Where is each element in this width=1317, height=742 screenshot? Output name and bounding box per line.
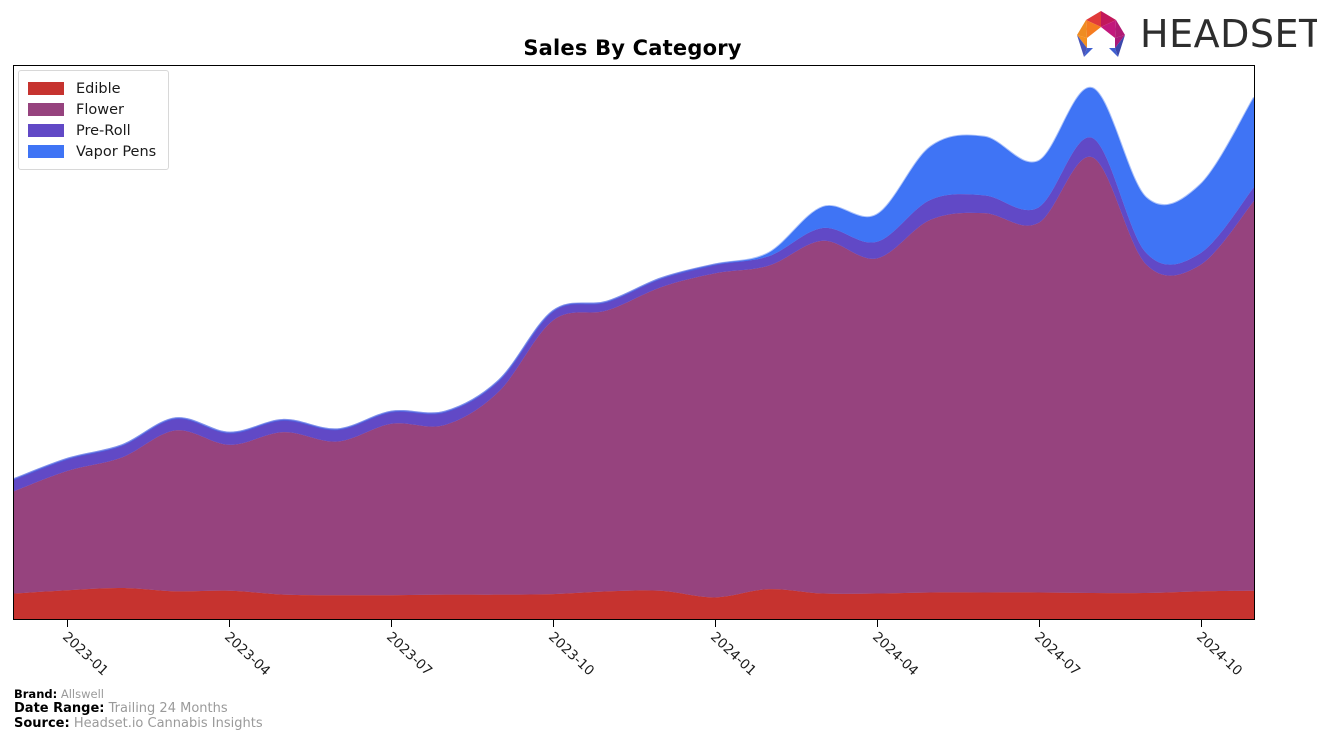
legend-item[interactable]: Flower xyxy=(28,99,156,120)
legend-item-label: Edible xyxy=(76,80,121,97)
legend-item[interactable]: Pre-Roll xyxy=(28,120,156,141)
footer-source-line: Source: Headset.io Cannabis Insights xyxy=(14,716,514,731)
footer-brand-line: Brand: Allswell xyxy=(14,687,514,701)
footer-source-value: Headset.io Cannabis Insights xyxy=(73,716,263,732)
x-axis-tick-label: 2023-10 xyxy=(545,629,598,680)
legend-swatch-icon xyxy=(28,103,64,116)
x-axis-tick-mark xyxy=(229,620,231,627)
x-axis-tick-label: 2023-07 xyxy=(383,629,436,680)
x-axis-tick-mark xyxy=(715,620,717,627)
x-axis-tick-label: 2024-07 xyxy=(1031,629,1084,680)
x-axis-tick-mark xyxy=(1201,620,1203,627)
stacked-area-chart xyxy=(14,87,1254,619)
x-axis-tick-label: 2024-10 xyxy=(1193,629,1246,680)
footer-brand-key: Brand: xyxy=(14,687,58,701)
footer-date-range-key: Date Range: xyxy=(14,701,105,717)
legend-item[interactable]: Vapor Pens xyxy=(28,141,156,162)
x-axis-tick-mark xyxy=(877,620,879,627)
footer-date-range-value: Trailing 24 Months xyxy=(108,701,228,717)
chart-footer: Brand: Allswell Date Range: Trailing 24 … xyxy=(14,687,514,731)
x-axis-tick-mark xyxy=(67,620,69,627)
x-axis: 2023-01 2023-04 2023-07 2023-10 2024-01 2024-… xyxy=(13,620,1255,690)
chart-plot-area xyxy=(13,65,1255,620)
legend-swatch-icon xyxy=(28,82,64,95)
chart-legend: Edible Flower Pre-Roll Vapor Pens xyxy=(18,70,170,170)
headset-logo: HEADSET xyxy=(1070,8,1317,60)
area-band-flower xyxy=(14,156,1254,598)
x-axis-tick-label: 2023-01 xyxy=(59,629,112,680)
legend-swatch-icon xyxy=(28,145,64,158)
x-axis-tick-label: 2023-04 xyxy=(221,629,274,680)
headset-hexagon-logo-icon xyxy=(1077,11,1125,57)
logo-wordmark: HEADSET xyxy=(1140,12,1317,56)
x-axis-tick-mark xyxy=(1039,620,1041,627)
x-axis-tick-label: 2024-01 xyxy=(707,629,760,680)
footer-brand-value: Allswell xyxy=(60,687,104,701)
legend-swatch-icon xyxy=(28,124,64,137)
legend-item-label: Pre-Roll xyxy=(76,122,131,139)
x-axis-tick-label: 2024-04 xyxy=(869,629,922,680)
footer-date-range-line: Date Range: Trailing 24 Months xyxy=(14,701,514,716)
legend-item-label: Flower xyxy=(76,101,124,118)
legend-item-label: Vapor Pens xyxy=(76,143,157,160)
legend-item[interactable]: Edible xyxy=(28,78,156,99)
x-axis-tick-mark xyxy=(391,620,393,627)
x-axis-tick-mark xyxy=(553,620,555,627)
footer-source-key: Source: xyxy=(14,716,70,732)
